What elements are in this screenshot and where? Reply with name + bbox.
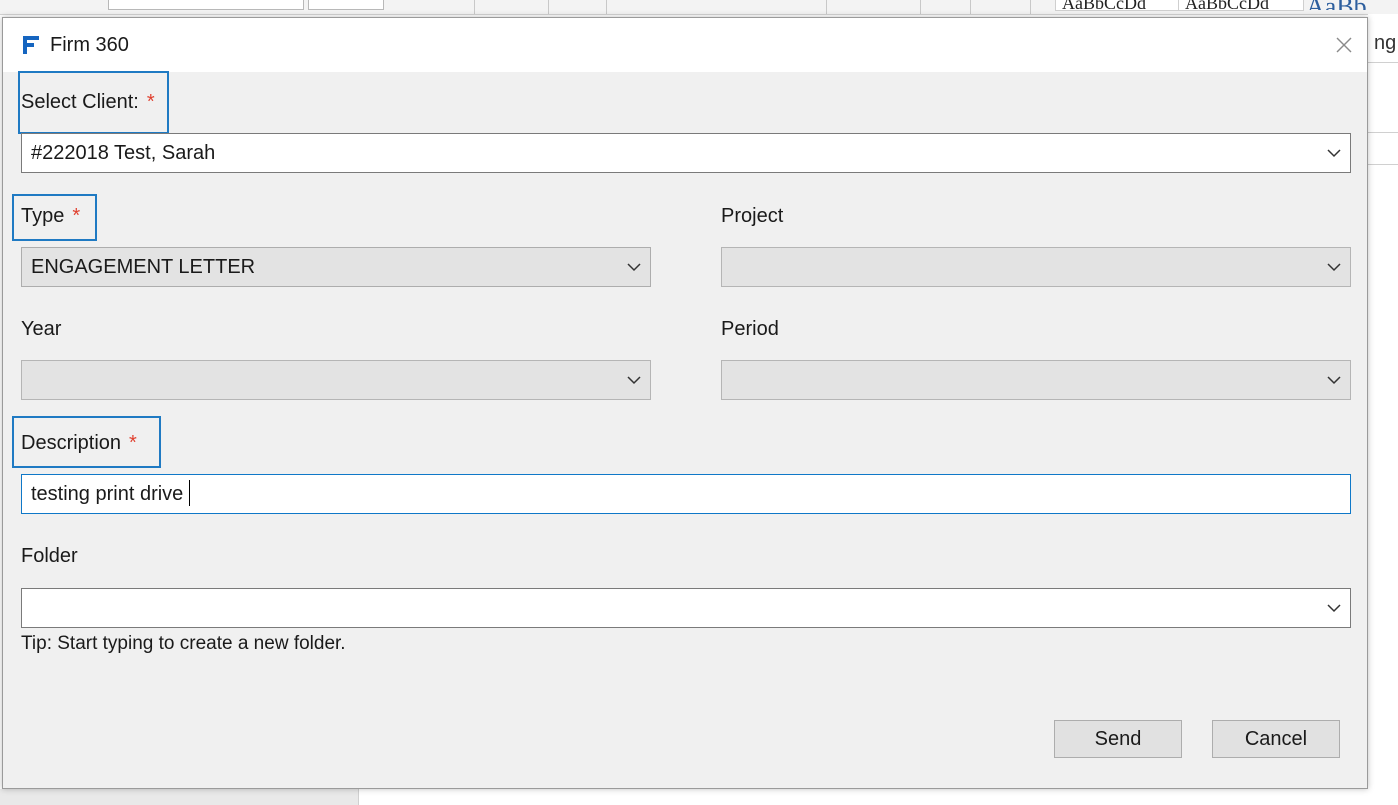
- background-bottom-strip: [0, 789, 1398, 805]
- folder-label: Folder: [21, 545, 78, 567]
- description-input[interactable]: testing print drive: [21, 474, 1351, 514]
- chevron-down-icon: [1327, 376, 1341, 385]
- client-select[interactable]: #222018 Test, Sarah: [21, 133, 1351, 173]
- chevron-down-icon: [627, 376, 641, 385]
- background-separator: [970, 0, 971, 14]
- background-style-preview: AaBbCcDd: [1178, 0, 1304, 11]
- background-separator: [826, 0, 827, 14]
- dialog-title: Firm 360: [50, 34, 129, 56]
- folder-tip: Tip: Start typing to create a new folder…: [21, 633, 346, 654]
- type-label: Type *: [21, 205, 81, 227]
- folder-combobox[interactable]: [21, 588, 1351, 628]
- background-text-fragment: ng: [1374, 32, 1397, 54]
- background-font-box: [108, 0, 304, 10]
- project-select[interactable]: [721, 247, 1351, 287]
- background-separator: [474, 0, 475, 14]
- required-asterisk: *: [146, 91, 155, 113]
- close-icon[interactable]: [1329, 30, 1359, 60]
- period-label: Period: [721, 318, 779, 340]
- background-separator: [1030, 0, 1031, 14]
- year-label: Year: [21, 318, 62, 340]
- period-select[interactable]: [721, 360, 1351, 400]
- background-separator: [606, 0, 607, 14]
- send-button[interactable]: Send: [1054, 720, 1182, 758]
- background-style-preview: AaBb: [1300, 0, 1398, 10]
- background-ribbon: AaBbCcDd AaBbCcDd AaBb: [0, 0, 1398, 15]
- project-label: Project: [721, 205, 784, 227]
- firm360-dialog: Firm 360 Select Client: * #222018 Test, S…: [2, 17, 1368, 789]
- chevron-down-icon: [1327, 149, 1341, 158]
- text-cursor: [189, 479, 191, 506]
- type-select[interactable]: ENGAGEMENT LETTER: [21, 247, 651, 287]
- description-input-value: testing print drive: [31, 483, 184, 505]
- client-label: Select Client: *: [21, 91, 155, 113]
- background-style-preview: AaBbCcDd: [1055, 0, 1181, 11]
- dialog-titlebar: Firm 360: [3, 18, 1367, 72]
- year-select[interactable]: [21, 360, 651, 400]
- chevron-down-icon: [1327, 263, 1341, 272]
- background-size-box: [308, 0, 384, 10]
- required-asterisk: *: [72, 205, 81, 227]
- background-separator: [920, 0, 921, 14]
- client-select-value: #222018 Test, Sarah: [31, 142, 216, 164]
- required-asterisk: *: [129, 432, 137, 454]
- background-document-edge: ng: [1368, 14, 1398, 805]
- cancel-button[interactable]: Cancel: [1212, 720, 1340, 758]
- chevron-down-icon: [1327, 604, 1341, 613]
- chevron-down-icon: [627, 263, 641, 272]
- description-label: Description *: [21, 432, 137, 454]
- type-select-value: ENGAGEMENT LETTER: [31, 256, 256, 278]
- firm360-logo-icon: [23, 36, 39, 54]
- background-separator: [548, 0, 549, 14]
